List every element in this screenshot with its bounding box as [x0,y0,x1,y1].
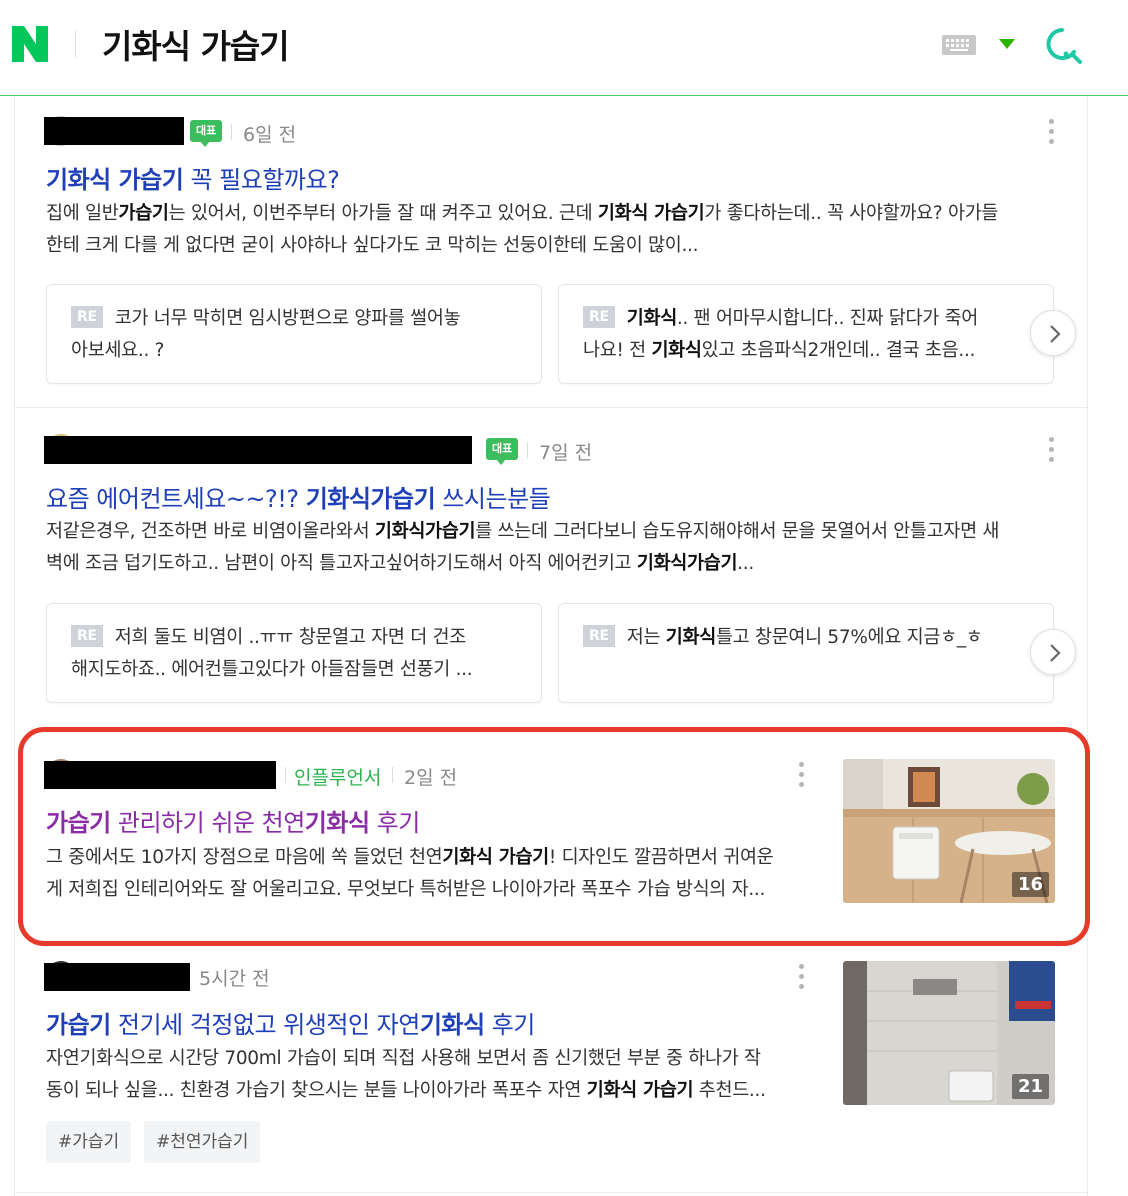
desc-text: ! 디자인도 깔끔하면서 귀여운 [548,847,774,868]
more-options-icon[interactable] [799,964,805,992]
post-time: 2일 전 [404,767,458,789]
desc-text: 저같은경우, 건조하면 바로 비염이올라와서 [46,521,375,542]
dropdown-arrow-icon[interactable] [998,38,1016,50]
desc-keyword: 기화식 가습기 [442,847,549,868]
reply-text: 해지도하죠.. 에어컨틀고있다가 아들잠들면 선풍기 ... [71,659,473,680]
title-text: 전기세 걱정없고 위생적인 자연 [110,1011,420,1039]
photo-count: 21 [1011,1074,1049,1099]
desc-text: 벽에 조금 덥기도하고.. 남편이 아직 틀고자고싶어하기도해서 아직 에어컨키… [46,553,637,574]
re-badge: RE [71,306,103,328]
reply-text: 나요! 전 [583,340,652,361]
redacted-author [44,761,276,789]
desc-keyword: 기화식가습기 [636,553,738,574]
post-time: 5시간 전 [199,968,270,990]
header-divider [75,30,76,58]
divider [14,1192,1088,1193]
keyboard-icon[interactable] [942,35,976,55]
title-keyword: 기화식 [304,809,370,837]
more-options-icon[interactable] [1049,437,1055,465]
divider [14,407,1088,408]
next-replies-button[interactable] [1030,310,1076,356]
desc-text: 그 중에서도 10가지 장점으로 마음에 쏙 들었던 천연 [46,847,443,868]
title-text: 후기 [369,809,421,837]
post-title[interactable]: 가습기 전기세 걱정없고 위생적인 자연기화식 후기 [46,1005,535,1040]
post-title[interactable]: 요즘 에어컨트세요~~?!? 기화식가습기 쓰시는분들 [46,479,551,514]
reply-card[interactable]: RE 코가 너무 막히면 임시방편으로 양파를 썰어놓 아보세요.. ? [46,284,542,384]
next-replies-button[interactable] [1030,629,1076,675]
search-icon[interactable] [1042,24,1084,66]
post-time: 6일 전 [243,124,297,146]
redacted-author [44,436,472,464]
desc-keyword: 가습기 [118,203,169,224]
desc-text: 는 있어서, 이번주부터 아가들 잘 때 켜주고 있어요. 근데 [168,203,598,224]
title-keyword: 가습기 [46,1011,111,1039]
reply-text: 틀고 창문여니 57%에요 지금ㅎ_ㅎ [715,627,983,648]
meta-divider [527,442,528,458]
desc-text: 가 좋다하는데.. 꼭 사야할까요? 아가들 [704,203,999,224]
reply-keyword: 기화식 [665,627,716,648]
reply-text: 있고 초음파식2개인데.. 결국 초음... [701,340,976,361]
more-options-icon[interactable] [1049,119,1055,147]
influencer-label: 인플루언서 [294,767,382,789]
reply-keyword: 기화식 [651,340,702,361]
chevron-right-icon [1050,644,1061,662]
title-text: 후기 [484,1011,536,1039]
title-keyword: 기화식 가습기 [46,166,184,194]
desc-text: 자연기화식으로 시간당 700ml 가습이 되며 직접 사용해 보면서 좀 신기… [46,1048,761,1069]
post-description: 자연기화식으로 시간당 700ml 가습이 되며 직접 사용해 보면서 좀 신기… [46,1043,816,1107]
re-badge: RE [583,306,615,328]
post-description: 집에 일반가습기는 있어서, 이번주부터 아가들 잘 때 켜주고 있어요. 근데… [46,198,1056,262]
reply-keyword: 기화식 [626,308,677,329]
reply-text: 저희 둘도 비염이 ..ㅠㅠ 창문열고 자면 더 건조 [114,627,466,648]
naver-logo-icon[interactable] [10,24,50,64]
reply-text: .. 팬 어마무시합니다.. 진짜 닭다가 죽어 [676,308,978,329]
hashtag[interactable]: #천연가습기 [144,1121,261,1163]
rep-badge: 대표 [486,438,519,465]
desc-text: 를 쓰는데 그러다보니 습도유지해야해서 문을 못열어서 안틀고자면 새 [475,521,1000,542]
post-thumbnail[interactable]: 21 [843,961,1055,1105]
post-title[interactable]: 가습기 관리하기 쉬운 천연기화식 후기 [46,803,420,838]
title-keyword: 가습기 [46,809,111,837]
title-text: 요즘 에어컨트세요~~?!? [46,485,306,513]
reply-card[interactable]: RE 저는 기화식틀고 창문여니 57%에요 지금ㅎ_ㅎ [558,603,1054,703]
redacted-author [44,117,184,145]
rep-badge: 대표 [190,120,223,147]
post-description: 저같은경우, 건조하면 바로 비염이올라와서 기화식가습기를 쓰는데 그러다보니… [46,516,1056,580]
post-title[interactable]: 기화식 가습기 꼭 필요할까요? [46,160,340,195]
reply-text: 아보세요.. ? [71,340,165,361]
reply-text: 코가 너무 막히면 임시방편으로 양파를 썰어놓 [114,308,461,329]
post-time: 7일 전 [539,442,593,464]
desc-keyword: 기화식 가습기 [586,1080,694,1101]
title-text: 꼭 필요할까요? [183,166,340,194]
desc-text: 동이 되나 싶을... 친환경 가습기 찾으시는 분들 나이아가라 폭포수 자연 [46,1080,587,1101]
title-keyword: 기화식 [419,1011,485,1039]
more-options-icon[interactable] [799,762,805,790]
post-thumbnail[interactable]: 16 [843,759,1055,903]
redacted-author [44,963,190,991]
desc-keyword: 기화식 가습기 [597,203,705,224]
desc-text: 집에 일반 [46,203,119,224]
meta-divider [285,767,286,783]
reply-card[interactable]: RE 저희 둘도 비염이 ..ㅠㅠ 창문열고 자면 더 건조 해지도하죠.. 에어… [46,603,542,703]
desc-text: 추천드... [693,1080,766,1101]
search-query[interactable]: 기화식 가습기 [102,20,290,68]
reply-text: 저는 [626,627,666,648]
hashtag[interactable]: #가습기 [46,1121,132,1163]
desc-text: 한테 크게 다를 게 없다면 굳이 사야하나 싶다가도 코 막히는 선둥이한테 … [46,235,699,256]
reply-card[interactable]: RE 기화식.. 팬 어마무시합니다.. 진짜 닭다가 죽어 나요! 전 기화식있… [558,284,1054,384]
re-badge: RE [583,625,615,647]
title-keyword: 기화식가습기 [305,485,436,513]
post-description: 그 중에서도 10가지 장점으로 마음에 쏙 들었던 천연기화식 가습기! 디자… [46,842,816,906]
title-text: 관리하기 쉬운 천연 [110,809,305,837]
meta-divider [392,767,393,783]
chevron-right-icon [1050,325,1061,343]
desc-keyword: 기화식가습기 [374,521,476,542]
meta-divider [231,124,232,140]
title-text: 쓰시는분들 [435,485,551,513]
search-header: 기화식 가습기 [0,0,1128,96]
re-badge: RE [71,625,103,647]
desc-text: ... [737,553,754,574]
photo-count: 16 [1011,872,1049,897]
desc-text: 게 저희집 인테리어와도 잘 어울리고요. 무엇보다 특허받은 나이아가라 폭포… [46,879,766,900]
